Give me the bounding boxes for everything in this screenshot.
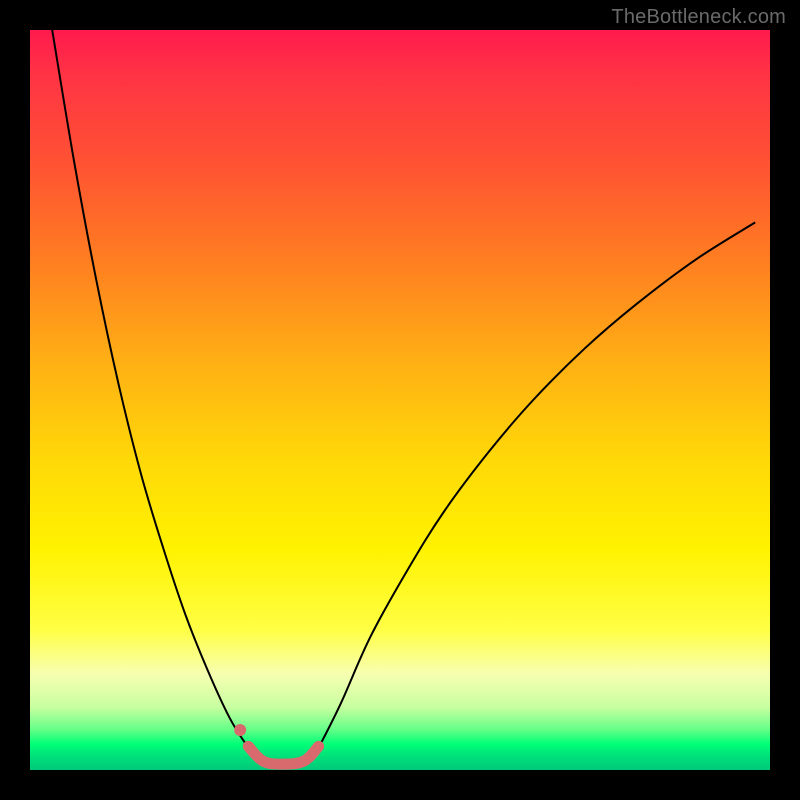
valley-dot bbox=[234, 724, 246, 736]
chart-frame: TheBottleneck.com bbox=[0, 0, 800, 800]
curves-layer bbox=[30, 30, 770, 770]
right-curve bbox=[319, 222, 756, 747]
plot-area bbox=[30, 30, 770, 770]
valley-highlight bbox=[248, 746, 318, 764]
watermark-text: TheBottleneck.com bbox=[611, 6, 786, 29]
left-curve bbox=[52, 30, 248, 748]
